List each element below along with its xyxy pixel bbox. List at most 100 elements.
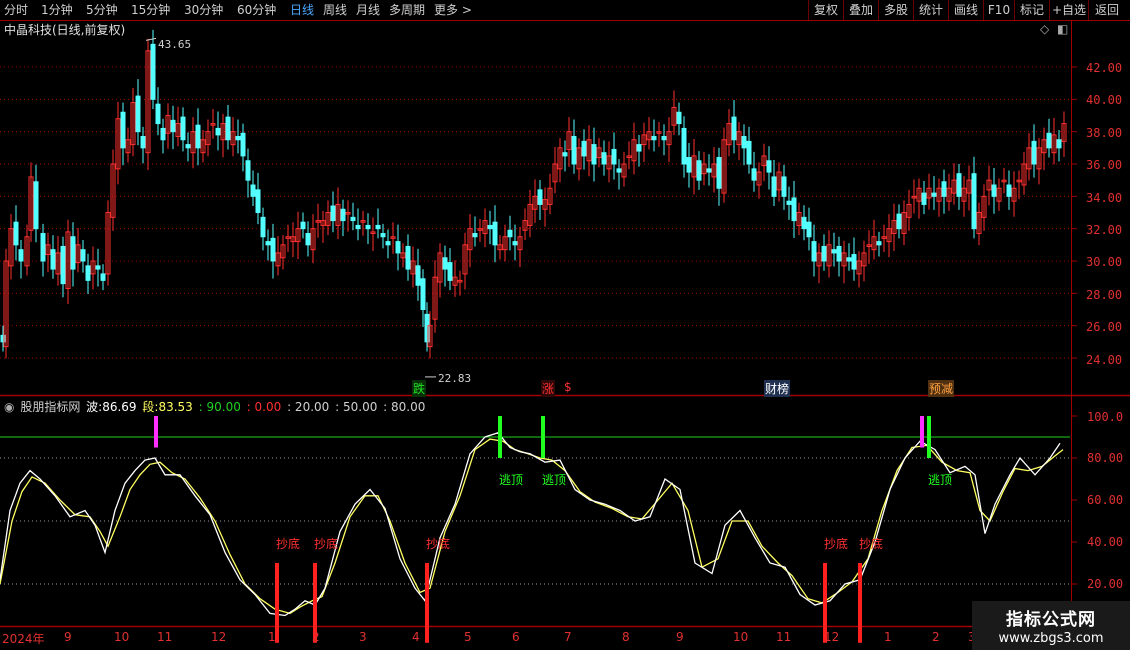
duan-label: 段: xyxy=(142,400,159,414)
indicator-axis-label: 100.0 xyxy=(1087,410,1124,424)
candle-body xyxy=(442,257,448,270)
sell-signal-label: 逃顶 xyxy=(542,473,567,487)
candle-body xyxy=(636,144,642,152)
price-axis-label: 24.00 xyxy=(1086,353,1123,367)
price-axis-label: 26.00 xyxy=(1086,320,1123,334)
candle-body xyxy=(806,221,812,238)
indicator-value-80: : 80.00 xyxy=(383,400,426,414)
candle-body xyxy=(786,200,792,205)
candle-body xyxy=(991,184,997,197)
candle-body xyxy=(921,192,927,205)
candle-body xyxy=(611,148,617,165)
candle-body xyxy=(245,160,251,181)
warning-signal-bar xyxy=(154,416,158,448)
candle-body xyxy=(562,152,568,157)
date-axis-label: 8 xyxy=(622,630,630,644)
candle-body xyxy=(846,257,852,262)
candle-body xyxy=(265,241,271,246)
candle-body xyxy=(330,205,336,222)
date-axis-label: 3 xyxy=(359,630,367,644)
date-axis-label: 7 xyxy=(564,630,572,644)
candle-body xyxy=(385,241,391,246)
candle-body xyxy=(120,111,126,149)
date-axis-label: 1 xyxy=(268,630,276,644)
indicator-value-20: : 20.00 xyxy=(287,400,330,414)
candle-body xyxy=(40,233,46,262)
candle-body xyxy=(195,124,201,149)
event-badge-finance[interactable]: 财榜 xyxy=(764,380,791,397)
candle-body xyxy=(1056,139,1062,149)
candle-body xyxy=(240,132,246,157)
candle-body xyxy=(395,241,401,254)
candle-body xyxy=(160,127,166,141)
candle-body xyxy=(487,224,493,230)
indicator-settings-icon[interactable]: ◉ xyxy=(4,400,14,414)
candle-body xyxy=(507,229,513,238)
duan-value: 83.53 xyxy=(158,400,193,414)
candle-body xyxy=(85,265,91,281)
candle-body xyxy=(80,249,86,262)
diamond-icon[interactable]: ◇ xyxy=(1040,22,1049,36)
candle-body xyxy=(33,181,39,230)
candle-body xyxy=(811,241,817,262)
buy-signal-bar xyxy=(858,563,862,643)
candle-body xyxy=(851,254,857,270)
candle-body xyxy=(140,136,146,149)
candle-body xyxy=(931,192,937,197)
buy-signal-label: 抄底 xyxy=(824,537,849,551)
candle-body xyxy=(255,189,261,214)
price-axis-label: 36.00 xyxy=(1086,158,1123,172)
indicator-value-90: : 90.00 xyxy=(198,400,241,414)
candle-body xyxy=(831,249,837,254)
candle-body xyxy=(380,233,386,238)
candle-body xyxy=(50,249,56,270)
site-watermark: 指标公式网 www.zbgs3.com xyxy=(972,601,1130,650)
candle-body xyxy=(616,168,622,173)
event-badge-dollar[interactable]: $ xyxy=(563,380,573,394)
indicator-axis-label: 60.00 xyxy=(1087,493,1124,507)
event-badge-forecast[interactable]: 预减 xyxy=(928,380,955,397)
buy-signal-label: 抄底 xyxy=(426,537,451,551)
indicator-name[interactable]: 股朋指标网 xyxy=(20,400,80,414)
sell-signal-bar xyxy=(927,416,931,458)
event-badge-rise[interactable]: 涨 xyxy=(541,380,556,397)
candle-body xyxy=(741,136,747,149)
candle-body xyxy=(956,173,962,197)
indicator-value-0: : 0.00 xyxy=(246,400,282,414)
price-axis-label: 42.00 xyxy=(1086,61,1123,75)
candle-body xyxy=(537,189,543,205)
watermark-title: 指标公式网 xyxy=(1006,610,1096,630)
sell-signal-bar xyxy=(541,416,545,458)
date-axis-label: 12 xyxy=(211,630,227,644)
candle-body xyxy=(676,111,682,125)
candle-body xyxy=(836,245,842,262)
candle-body xyxy=(571,136,577,165)
candle-body xyxy=(225,116,231,141)
warning-signal-bar xyxy=(920,416,924,448)
candle-body xyxy=(155,103,161,125)
event-badge-fall[interactable]: 跌 xyxy=(412,380,427,397)
candle-body xyxy=(415,265,421,286)
buy-signal-label: 抄底 xyxy=(276,537,301,551)
candle-body xyxy=(250,184,256,197)
candle-body xyxy=(1006,184,1012,197)
candle-body xyxy=(876,241,882,246)
buy-signal-label: 抄底 xyxy=(314,537,339,551)
window-toggle-icon[interactable]: ◧ xyxy=(1057,22,1068,36)
price-axis-label: 30.00 xyxy=(1086,255,1123,269)
candle-body xyxy=(472,233,478,238)
low-price-annotation: 22.83 xyxy=(438,372,472,385)
bo-line xyxy=(0,432,1061,617)
buy-signal-label: 抄底 xyxy=(859,537,884,551)
date-axis-label: 11 xyxy=(776,630,792,644)
candle-body xyxy=(13,221,19,246)
watermark-url: www.zbgs3.com xyxy=(998,631,1104,646)
candle-body xyxy=(340,208,346,222)
candle-body xyxy=(771,176,777,197)
price-axis-label: 38.00 xyxy=(1086,126,1123,140)
candle-body xyxy=(731,116,737,141)
candle-body xyxy=(766,160,772,173)
kline-chart[interactable] xyxy=(0,0,1130,650)
date-axis-label: 2 xyxy=(312,630,320,644)
indicator-axis-label: 80.00 xyxy=(1087,451,1124,465)
